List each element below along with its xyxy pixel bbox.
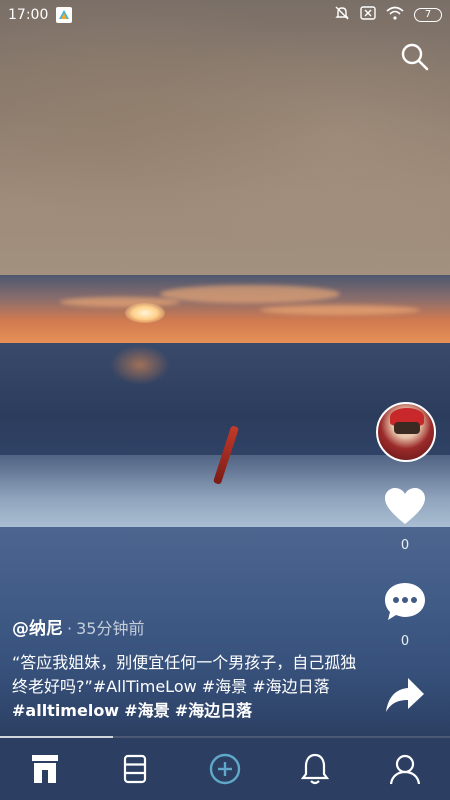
battery-icon: 7 xyxy=(414,8,442,22)
nav-list[interactable] xyxy=(105,744,165,794)
bottom-navigation xyxy=(0,738,450,800)
nav-notifications[interactable] xyxy=(285,744,345,794)
wifi-icon xyxy=(386,6,404,24)
status-time: 17:00 xyxy=(8,7,49,23)
video-cloud xyxy=(160,285,340,303)
hashtag[interactable]: #海景 xyxy=(124,701,169,720)
blurred-background-top xyxy=(0,0,450,275)
profile-icon xyxy=(389,754,421,785)
nav-home[interactable] xyxy=(15,744,75,794)
post-meta: @纳尼 · 35分钟前 xyxy=(12,614,362,639)
home-icon xyxy=(32,755,58,783)
description-text: “答应我姐妹，别便宜任何一个男孩子，自己孤独终老好吗?”#AllTimeLow … xyxy=(12,653,357,696)
search-icon[interactable] xyxy=(400,42,430,72)
nav-profile[interactable] xyxy=(375,744,435,794)
post-time-ago: 35分钟前 xyxy=(76,619,145,638)
like-count: 0 xyxy=(400,538,410,553)
post-description: “答应我姐妹，别便宜任何一个男孩子，自己孤独终老好吗?”#AllTimeLow … xyxy=(12,651,362,723)
video-cloud xyxy=(60,297,180,307)
like-button[interactable]: 0 xyxy=(375,488,435,553)
share-arrow-icon xyxy=(386,678,424,712)
no-sim-icon xyxy=(360,6,376,24)
mute-icon xyxy=(334,5,350,25)
post-caption: @纳尼 · 35分钟前 “答应我姐妹，别便宜任何一个男孩子，自己孤独终老好吗?”… xyxy=(12,614,362,723)
avatar-hair xyxy=(394,422,420,434)
heart-icon xyxy=(385,488,425,524)
notification-bell-icon xyxy=(301,753,329,785)
hashtag[interactable]: #alltimelow xyxy=(12,701,119,720)
hashtag[interactable]: #海边日落 xyxy=(175,701,252,720)
add-icon xyxy=(209,753,241,785)
video-reflection xyxy=(110,345,170,385)
share-button[interactable] xyxy=(375,676,435,718)
comment-count: 0 xyxy=(400,634,410,649)
app-badge-icon xyxy=(56,7,73,23)
meta-separator: · xyxy=(67,619,73,638)
author-username[interactable]: @纳尼 xyxy=(12,614,63,639)
nav-add[interactable] xyxy=(195,744,255,794)
comment-button[interactable]: 0 xyxy=(375,582,435,649)
comment-icon xyxy=(385,583,425,620)
status-bar: 17:00 7 xyxy=(0,0,450,30)
video-sun xyxy=(125,303,165,323)
author-avatar[interactable] xyxy=(376,402,436,462)
video-cloud xyxy=(260,305,420,315)
list-icon xyxy=(123,754,147,784)
